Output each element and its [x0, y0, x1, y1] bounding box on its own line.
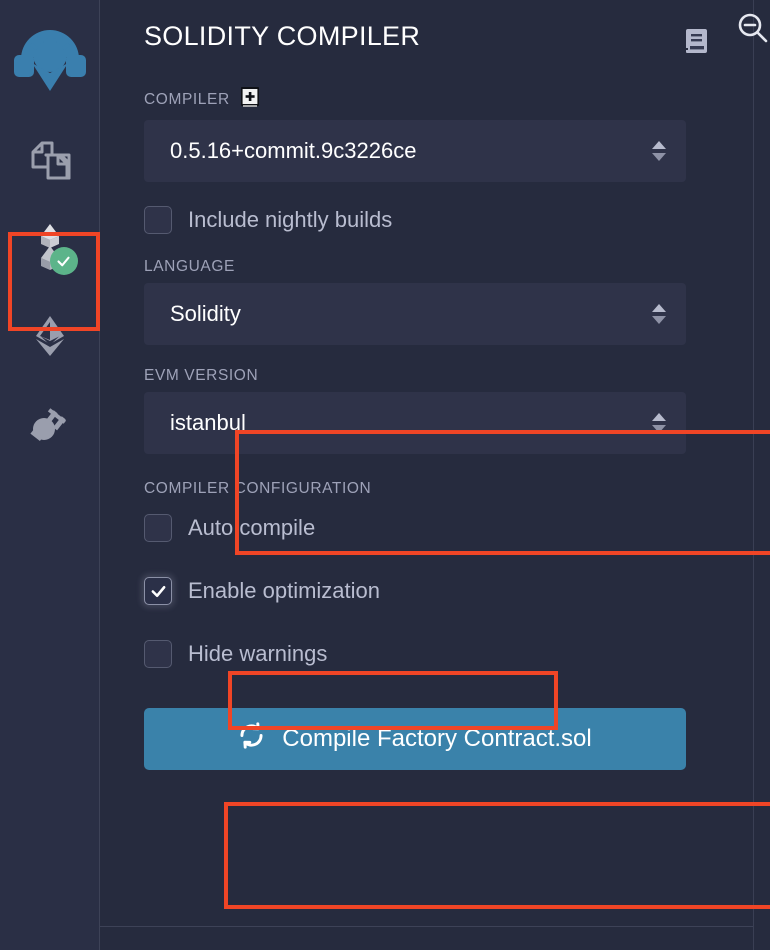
hide-warnings-row[interactable]: Hide warnings [144, 632, 726, 676]
sidebar-item-file-explorers[interactable] [12, 122, 88, 198]
solidity-compiler-panel: SOLIDITY COMPILER COMPILER 0.5.16+commit… [100, 0, 770, 950]
language-select[interactable]: Solidity [144, 283, 686, 345]
language-section: LANGUAGE Solidity [144, 258, 726, 345]
evm-version-value: istanbul [170, 410, 246, 435]
enable-optimization-row[interactable]: Enable optimization [144, 569, 726, 613]
sidebar-item-plugin-manager[interactable] [12, 386, 88, 462]
include-nightly-builds-row[interactable]: Include nightly builds [144, 198, 726, 242]
evm-version-select[interactable]: istanbul [144, 392, 686, 454]
compiler-configuration-label: COMPILER CONFIGURATION [144, 480, 372, 497]
language-value: Solidity [170, 301, 241, 326]
chevron-updown-icon [652, 413, 666, 433]
hide-warnings-checkbox[interactable] [144, 640, 172, 668]
enable-optimization-checkbox[interactable] [144, 577, 172, 605]
compiler-section: COMPILER 0.5.16+commit.9c3226ce [144, 86, 726, 182]
remix-logo [10, 14, 90, 94]
compiler-configuration-section: COMPILER CONFIGURATION Auto compile Enab… [144, 480, 726, 676]
auto-compile-checkbox[interactable] [144, 514, 172, 542]
panel-footer-divider [100, 926, 753, 927]
compile-button-label: Compile Factory Contract.sol [282, 725, 592, 752]
panel-content: COMPILER 0.5.16+commit.9c3226ce Include … [100, 86, 770, 770]
hide-warnings-label: Hide warnings [188, 641, 328, 666]
files-icon [25, 135, 75, 185]
plug-icon [27, 401, 73, 447]
chevron-updown-icon [652, 304, 666, 324]
check-circle-icon [49, 247, 78, 275]
chevron-updown-icon [652, 141, 666, 161]
compiler-label: COMPILER [144, 90, 230, 108]
zoom-out-icon[interactable] [733, 8, 770, 48]
remix-ide-window: SOLIDITY COMPILER COMPILER 0.5.16+commit… [0, 0, 770, 950]
enable-optimization-label: Enable optimization [188, 578, 381, 603]
book-icon[interactable] [684, 27, 710, 60]
auto-compile-label: Auto compile [188, 515, 316, 540]
page-title: SOLIDITY COMPILER [144, 21, 421, 51]
sidebar-item-solidity-compiler[interactable] [12, 210, 88, 286]
highlight-compile-button [224, 802, 770, 909]
evm-version-label: EVM VERSION [144, 367, 259, 384]
include-nightly-builds-checkbox[interactable] [144, 206, 172, 234]
auto-compile-row[interactable]: Auto compile [144, 506, 726, 550]
compile-button[interactable]: Compile Factory Contract.sol [144, 708, 686, 770]
sidebar-icon-bar [0, 0, 100, 950]
include-nightly-builds-label: Include nightly builds [188, 207, 393, 232]
language-label: LANGUAGE [144, 258, 235, 275]
plus-box-icon[interactable] [240, 86, 260, 113]
sync-icon [238, 722, 265, 756]
evm-version-section: EVM VERSION istanbul [144, 367, 726, 454]
compiler-version-select[interactable]: 0.5.16+commit.9c3226ce [144, 120, 686, 182]
compile-button-wrap: Compile Factory Contract.sol [144, 708, 726, 770]
compiler-version-value: 0.5.16+commit.9c3226ce [170, 138, 417, 163]
sidebar-item-deploy-and-run[interactable] [12, 298, 88, 374]
panel-right-divider [753, 0, 754, 950]
ethereum-icon [26, 312, 74, 360]
panel-header: SOLIDITY COMPILER [100, 0, 770, 60]
